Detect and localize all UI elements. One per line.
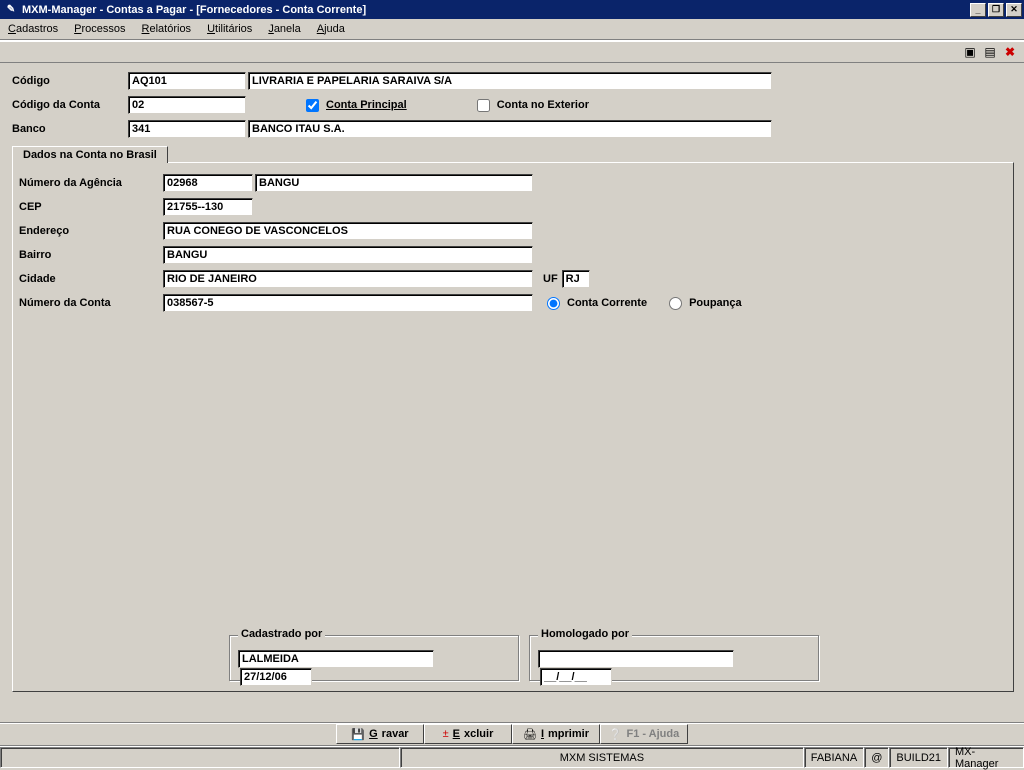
banco-nome-input[interactable] — [248, 120, 772, 138]
codigo-label: Código — [12, 75, 128, 87]
calculator-icon[interactable]: ▤ — [982, 44, 998, 60]
tab-dados-brasil[interactable]: Dados na Conta no Brasil — [12, 146, 168, 163]
numconta-label: Número da Conta — [19, 297, 163, 309]
conta-principal-checkbox[interactable] — [306, 99, 319, 112]
status-sistema: MXM SISTEMAS — [400, 747, 804, 768]
restore-button[interactable]: ❐ — [988, 3, 1004, 17]
cidade-label: Cidade — [19, 273, 163, 285]
bottom-toolbar: 💾 Gravar ± Excluir 🖨 Imprimir ❔ F1 - Aju… — [0, 722, 1024, 746]
agencia-num-input[interactable] — [163, 174, 253, 192]
cep-input[interactable] — [163, 198, 253, 216]
app-icon: ✎ — [4, 3, 18, 17]
conta-principal-label: Conta Principal — [326, 99, 407, 111]
radio-poupanca[interactable]: Poupança — [669, 297, 742, 310]
conta-exterior-checkbox[interactable] — [477, 99, 490, 112]
bairro-input[interactable] — [163, 246, 533, 264]
toolbar-right: ▣ ▤ ✖ — [0, 41, 1024, 63]
imprimir-button[interactable]: 🖨 Imprimir — [512, 724, 600, 744]
gravar-button[interactable]: 💾 Gravar — [336, 724, 424, 744]
help-icon: ❔ — [609, 728, 623, 741]
codigo-input[interactable] — [128, 72, 246, 90]
conta-principal-check[interactable]: Conta Principal — [306, 99, 407, 112]
conta-exterior-check[interactable]: Conta no Exterior — [477, 99, 589, 112]
status-left — [0, 747, 400, 768]
menu-processos[interactable]: Processos — [74, 23, 125, 35]
cadastrado-data-input[interactable] — [240, 668, 312, 686]
banco-input[interactable] — [128, 120, 246, 138]
status-build: BUILD21 — [889, 747, 948, 768]
homologado-user-input[interactable] — [538, 650, 734, 668]
status-bar: MXM SISTEMAS FABIANA @ BUILD21 MX-Manage… — [0, 746, 1024, 768]
homologado-group: Homologado por — [529, 635, 819, 681]
agencia-nome-input[interactable] — [255, 174, 533, 192]
radio-poup[interactable] — [669, 297, 682, 310]
cadastrado-group: Cadastrado por — [229, 635, 519, 681]
window-title: MXM-Manager - Contas a Pagar - [Forneced… — [22, 4, 970, 16]
homologado-legend: Homologado por — [538, 628, 632, 640]
minimize-button[interactable]: _ — [970, 3, 986, 17]
conta-exterior-label: Conta no Exterior — [497, 99, 589, 111]
close-button[interactable]: ✕ — [1006, 3, 1022, 17]
delete-icon: ± — [443, 728, 449, 740]
menu-ajuda[interactable]: Ajuda — [317, 23, 345, 35]
numconta-input[interactable] — [163, 294, 533, 312]
codigo-conta-label: Código da Conta — [12, 99, 128, 111]
radio-cc[interactable] — [547, 297, 560, 310]
print-icon: 🖨 — [523, 728, 537, 741]
menu-relatorios[interactable]: Relatórios — [142, 23, 192, 35]
close-icon[interactable]: ✖ — [1002, 44, 1018, 60]
endereco-label: Endereço — [19, 225, 163, 237]
ajuda-button[interactable]: ❔ F1 - Ajuda — [600, 724, 688, 744]
homologado-data-input[interactable] — [540, 668, 612, 686]
tab-strip: Dados na Conta no Brasil — [12, 145, 1020, 162]
radio-cc-label: Conta Corrente — [567, 297, 647, 309]
uf-label: UF — [543, 273, 558, 285]
title-bar: ✎ MXM-Manager - Contas a Pagar - [Fornec… — [0, 0, 1024, 19]
cadastrado-legend: Cadastrado por — [238, 628, 325, 640]
tab-panel: Número da Agência CEP Endereço Bairro Ci… — [12, 162, 1014, 692]
banco-label: Banco — [12, 123, 128, 135]
windows-icon[interactable]: ▣ — [962, 44, 978, 60]
status-app: MX-Manager — [948, 747, 1024, 768]
status-at: @ — [864, 747, 889, 768]
menu-janela[interactable]: Janela — [268, 23, 300, 35]
endereco-input[interactable] — [163, 222, 533, 240]
excluir-button[interactable]: ± Excluir — [424, 724, 512, 744]
menu-bar: Cadastros Processos Relatórios Utilitári… — [0, 19, 1024, 39]
save-icon: 💾 — [351, 728, 365, 741]
radio-poup-label: Poupança — [689, 297, 742, 309]
cep-label: CEP — [19, 201, 163, 213]
menu-utilitarios[interactable]: Utilitários — [207, 23, 252, 35]
nome-input[interactable] — [248, 72, 772, 90]
uf-input[interactable] — [562, 270, 590, 288]
agencia-label: Número da Agência — [19, 177, 163, 189]
cidade-input[interactable] — [163, 270, 533, 288]
header-form: Código Código da Conta Conta Principal C… — [0, 63, 1024, 692]
radio-conta-corrente[interactable]: Conta Corrente — [547, 297, 647, 310]
codigo-conta-input[interactable] — [128, 96, 246, 114]
cadastrado-user-input[interactable] — [238, 650, 434, 668]
status-user: FABIANA — [804, 747, 864, 768]
menu-cadastros[interactable]: Cadastros — [8, 23, 58, 35]
bairro-label: Bairro — [19, 249, 163, 261]
